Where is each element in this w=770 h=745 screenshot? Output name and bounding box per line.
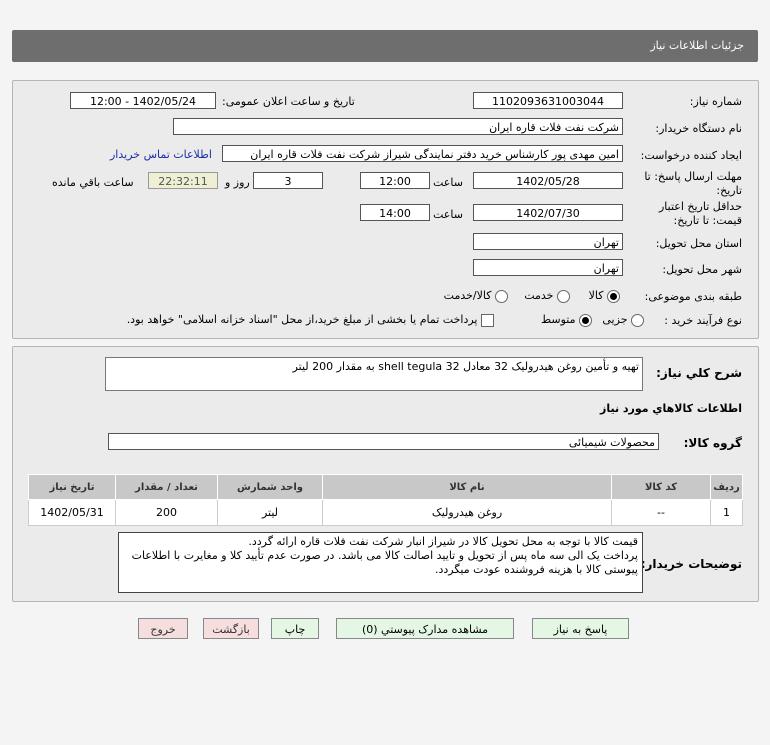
remaining-label: ساعت باقي مانده	[52, 176, 134, 189]
days-field: 3	[253, 172, 323, 189]
goods-group-field: محصولات شیمیائی	[108, 433, 659, 450]
city-field: تهران	[473, 259, 623, 276]
reply-button[interactable]: پاسخ به نیاز	[532, 618, 629, 639]
announce-label: تاریخ و ساعت اعلان عمومی:	[222, 95, 355, 108]
col-row: ردیف	[710, 474, 743, 500]
validity-date-field: 1402/07/30	[473, 204, 623, 221]
col-unit: واحد شمارش	[217, 474, 323, 500]
goods-group-label: گروه کالا:	[683, 436, 742, 450]
cell-name: روغن هیدرولیک	[322, 499, 612, 526]
col-date: تاریخ نیاز	[28, 474, 116, 500]
col-name: نام کالا	[322, 474, 612, 500]
radio-icon[interactable]	[607, 289, 620, 303]
print-button[interactable]: چاپ	[271, 618, 319, 639]
deadline-date-field: 1402/05/28	[473, 172, 623, 189]
cell-row: 1	[710, 499, 743, 526]
radio-icon[interactable]	[557, 289, 570, 303]
notes-line: قیمت کالا با توجه به محل تحویل کالا در ش…	[248, 535, 638, 548]
description-field: تهیه و تأمین روغن هیدرولیک 32 معادل shel…	[105, 357, 643, 391]
process-minor-option[interactable]: جزیی	[602, 313, 644, 327]
category-label: طبقه بندی موضوعی:	[644, 290, 742, 303]
page-header: جزئیات اطلاعات نیاز	[12, 30, 758, 62]
deadline-hour-label: ساعت	[433, 176, 463, 189]
radio-icon[interactable]	[631, 313, 644, 327]
cell-date: 1402/05/31	[28, 499, 116, 526]
deadline-time-field: 12:00	[360, 172, 430, 189]
province-label: استان محل تحویل:	[655, 237, 742, 250]
buyer-label: نام دستگاه خریدار:	[655, 122, 742, 135]
description-label: شرح کلي نیاز:	[656, 366, 742, 380]
process-medium-option[interactable]: متوسط	[541, 313, 592, 327]
cell-qty: 200	[115, 499, 218, 526]
creator-field: امین مهدی پور کارشناس خرید دفتر نمایندگی…	[222, 145, 623, 162]
goods-table: ردیف کد کالا نام کالا واحد شمارش تعداد /…	[28, 474, 743, 526]
category-both-option[interactable]: کالا/خدمت	[444, 289, 508, 303]
buyer-contact-link[interactable]: اطلاعات تماس خریدار	[110, 148, 212, 161]
province-field: تهران	[473, 233, 623, 250]
validity-hour-label: ساعت	[433, 208, 463, 221]
need-number-field: 1102093631003044	[473, 92, 623, 109]
exit-button[interactable]: خروج	[138, 618, 188, 639]
buyer-field: شرکت نفت فلات قاره ایران	[173, 118, 623, 135]
cell-unit: لیتر	[217, 499, 323, 526]
remaining-time-field: 22:32:11	[148, 172, 218, 189]
goods-section-title: اطلاعات کالاهاي مورد نیاز	[600, 402, 742, 415]
radio-icon[interactable]	[495, 289, 508, 303]
cell-code: --	[611, 499, 711, 526]
days-label: روز و	[225, 176, 250, 189]
payment-option[interactable]: پرداخت تمام یا بخشی از مبلغ خرید،از محل …	[127, 313, 494, 327]
notes-line: پرداخت یک الی سه ماه پس از تحویل و تایید…	[131, 549, 638, 576]
deadline-label: مهلت ارسال پاسخ: تا تاریخ:	[644, 170, 742, 197]
announce-field: 1402/05/24 - 12:00	[70, 92, 216, 109]
validity-label: حداقل تاریخ اعتبار قیمت: تا تاریخ:	[658, 200, 742, 227]
col-qty: تعداد / مقدار	[115, 474, 218, 500]
col-code: کد کالا	[611, 474, 711, 500]
checkbox-icon[interactable]	[481, 313, 494, 327]
table-row: 1 -- روغن هیدرولیک لیتر 200 1402/05/31	[28, 499, 743, 526]
buyer-notes-field: قیمت کالا با توجه به محل تحویل کالا در ش…	[118, 532, 643, 593]
attachments-button[interactable]: مشاهده مدارک پیوستي (0)	[336, 618, 514, 639]
page-title: جزئیات اطلاعات نیاز	[650, 39, 744, 52]
category-service-option[interactable]: خدمت	[524, 289, 570, 303]
table-header-row: ردیف کد کالا نام کالا واحد شمارش تعداد /…	[28, 474, 743, 500]
radio-icon[interactable]	[579, 313, 592, 327]
need-number-label: شماره نیاز:	[689, 95, 742, 108]
buyer-notes-label: توضیحات خریدار:	[640, 557, 742, 571]
city-label: شهر محل تحویل:	[662, 263, 742, 276]
creator-label: ایجاد کننده درخواست:	[640, 149, 742, 162]
process-label: نوع فرآیند خرید :	[664, 314, 742, 327]
validity-time-field: 14:00	[360, 204, 430, 221]
back-button[interactable]: بازگشت	[203, 618, 259, 639]
category-goods-option[interactable]: کالا	[589, 289, 620, 303]
